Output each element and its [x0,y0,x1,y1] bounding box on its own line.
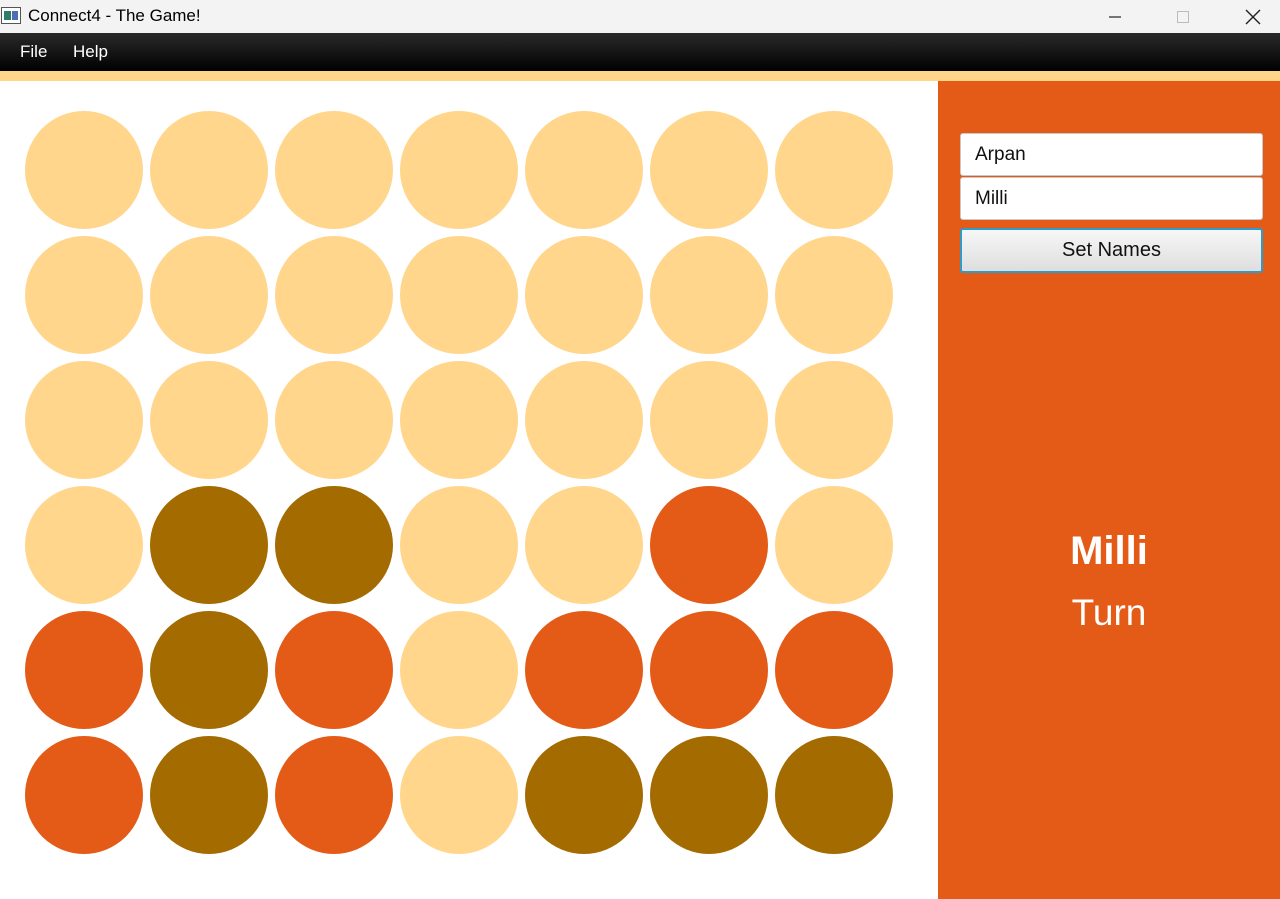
board-cell-empty[interactable] [25,361,143,479]
board-cell-empty[interactable] [775,111,893,229]
board-cell-empty[interactable] [775,486,893,604]
app-window-icon [1,7,21,24]
board-cell-empty[interactable] [650,236,768,354]
board-cell-player-two[interactable] [275,486,393,604]
board-cell-empty[interactable] [525,111,643,229]
board-cell-empty[interactable] [525,486,643,604]
board-cell-empty[interactable] [525,361,643,479]
accent-strip [0,71,1280,81]
board-cell-player-one[interactable] [25,611,143,729]
board-cell-empty[interactable] [25,236,143,354]
board-cell-empty[interactable] [275,236,393,354]
board-cell-player-one[interactable] [650,611,768,729]
board-cell-empty[interactable] [650,111,768,229]
board-cell-player-one[interactable] [275,611,393,729]
title-bar: Connect4 - The Game! [0,0,1280,33]
board-cell-empty[interactable] [25,486,143,604]
window-title: Connect4 - The Game! [28,6,201,25]
board-cell-player-two[interactable] [775,736,893,854]
board-cell-empty[interactable] [775,236,893,354]
board-cell-player-one[interactable] [275,736,393,854]
board-cell-empty[interactable] [650,361,768,479]
close-icon[interactable] [1230,0,1276,33]
minimize-icon[interactable] [1092,0,1138,33]
menu-file[interactable]: File [20,42,47,62]
board-cell-empty[interactable] [275,111,393,229]
board-cell-empty[interactable] [400,736,518,854]
set-names-button[interactable]: Set Names [960,228,1263,273]
board-cell-empty[interactable] [400,361,518,479]
board-cell-empty[interactable] [400,236,518,354]
board-cell-empty[interactable] [775,361,893,479]
board-cell-player-one[interactable] [650,486,768,604]
board-cell-player-one[interactable] [775,611,893,729]
board-cell-empty[interactable] [150,361,268,479]
game-board[interactable] [0,81,938,899]
menu-help[interactable]: Help [73,42,108,62]
board-cell-empty[interactable] [150,111,268,229]
board-cell-player-two[interactable] [150,611,268,729]
board-cell-empty[interactable] [400,111,518,229]
player-two-name-field[interactable] [960,177,1263,220]
current-player-name: Milli [1070,529,1148,573]
board-cell-empty[interactable] [400,486,518,604]
board-cell-player-one[interactable] [525,611,643,729]
side-panel: Set Names Milli Turn [938,81,1280,899]
board-cell-player-two[interactable] [650,736,768,854]
board-cell-player-two[interactable] [525,736,643,854]
turn-label: Turn [1071,592,1147,633]
menu-bar: File Help [0,33,1280,71]
board-cell-empty[interactable] [400,611,518,729]
board-cell-empty[interactable] [25,111,143,229]
board-cell-empty[interactable] [525,236,643,354]
board-cell-empty[interactable] [150,236,268,354]
player-one-name-field[interactable] [960,133,1263,176]
board-cell-player-two[interactable] [150,736,268,854]
board-cell-empty[interactable] [275,361,393,479]
board-cell-player-one[interactable] [25,736,143,854]
maximize-icon[interactable] [1160,0,1206,33]
board-cell-player-two[interactable] [150,486,268,604]
